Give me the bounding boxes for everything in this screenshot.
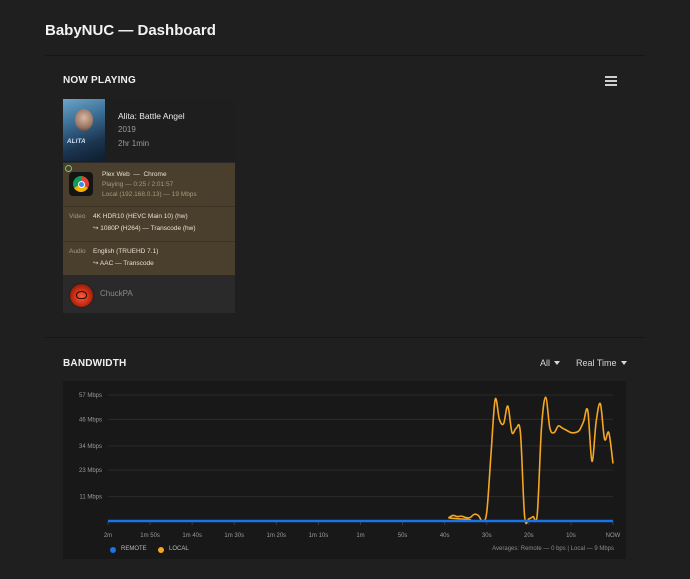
video-target: ↪ 1080P (H264) — Transcode (hw) xyxy=(93,225,196,232)
x-tick-label: NOW xyxy=(606,533,621,539)
user-row[interactable]: ChuckPA xyxy=(63,275,235,313)
list-view-icon[interactable] xyxy=(605,76,617,86)
video-row: Video 4K HDR10 (HEVC Main 10) (hw) ↪ 108… xyxy=(63,207,235,242)
movie-duration: 2hr 1min xyxy=(118,139,150,148)
legend-local-swatch xyxy=(158,547,164,553)
stream-details: Plex Web — Chrome Playing — 0:25 / 2:01:… xyxy=(63,163,235,275)
player-app: Chrome xyxy=(143,171,167,178)
y-tick-label: 23 Mbps xyxy=(79,468,102,474)
page-title: BabyNUC — Dashboard xyxy=(45,22,216,39)
x-tick-label: 20s xyxy=(524,533,534,539)
x-tick-label: 10s xyxy=(566,533,576,539)
x-tick-label: 50s xyxy=(398,533,408,539)
y-tick-label: 46 Mbps xyxy=(79,417,102,423)
audio-source: English (TRUEHD 7.1) xyxy=(93,248,159,255)
x-tick-label: 40s xyxy=(440,533,450,539)
bandwidth-averages: Averages: Remote — 0 bps | Local — 9 Mbp… xyxy=(492,546,614,552)
y-tick-label: 34 Mbps xyxy=(79,444,102,450)
movie-year: 2019 xyxy=(118,125,136,134)
chrome-icon xyxy=(69,172,93,196)
legend-remote-label[interactable]: REMOTE xyxy=(121,546,147,552)
legend-remote-swatch xyxy=(110,547,116,553)
bandwidth-chart[interactable]: 57 Mbps 46 Mbps 34 Mbps 23 Mbps 11 Mbps 2m 1m … xyxy=(63,381,626,559)
bandwidth-title: BANDWIDTH xyxy=(63,358,127,369)
series-local-line[interactable] xyxy=(107,396,614,525)
chevron-down-icon xyxy=(620,361,627,365)
now-playing-card[interactable]: ALITA Alita: Battle Angel 2019 2hr 1min … xyxy=(63,99,235,313)
chart-legend: REMOTE LOCAL Averages: Remote — 0 bps | … xyxy=(63,541,626,559)
x-tick-label: 1m 40s xyxy=(182,533,202,539)
audio-target: ↪ AAC — Transcode xyxy=(93,260,154,267)
x-tick-label: 2m xyxy=(104,533,112,539)
secure-connection-icon xyxy=(65,165,72,172)
y-tick-label: 11 Mbps xyxy=(79,495,102,501)
x-tick-label: 1m xyxy=(356,533,364,539)
player-row: Plex Web — Chrome Playing — 0:25 / 2:01:… xyxy=(63,163,235,207)
audio-label: Audio xyxy=(69,248,86,255)
section-divider xyxy=(45,337,645,338)
chevron-down-icon xyxy=(554,361,561,365)
user-name[interactable]: ChuckPA xyxy=(100,289,133,298)
player-name: Plex Web xyxy=(102,171,130,178)
video-source: 4K HDR10 (HEVC Main 10) (hw) xyxy=(93,213,188,220)
y-tick-label: 57 Mbps xyxy=(79,393,102,399)
user-avatar[interactable] xyxy=(69,283,94,308)
x-tick-label: 1m 30s xyxy=(224,533,244,539)
range-dropdown-label: Real Time xyxy=(576,358,617,368)
scope-dropdown[interactable]: All xyxy=(540,358,561,368)
network-info: Local (192.168.0.13) — 19 Mbps xyxy=(102,191,197,198)
x-tick-label: 1m 10s xyxy=(309,533,329,539)
header-divider xyxy=(45,55,645,56)
movie-title[interactable]: Alita: Battle Angel xyxy=(118,111,185,121)
player-name-line: Plex Web — Chrome xyxy=(102,170,167,179)
playback-status: Playing — 0:25 / 2:01:57 xyxy=(102,181,174,188)
x-tick-label: 30s xyxy=(482,533,492,539)
movie-header[interactable]: ALITA Alita: Battle Angel 2019 2hr 1min xyxy=(63,99,235,162)
audio-row: Audio English (TRUEHD 7.1) ↪ AAC — Trans… xyxy=(63,242,235,275)
player-separator: — xyxy=(133,171,140,178)
now-playing-title: NOW PLAYING xyxy=(63,75,136,86)
x-tick-label: 1m 50s xyxy=(140,533,160,539)
movie-poster[interactable]: ALITA xyxy=(63,99,105,161)
scope-dropdown-label: All xyxy=(540,358,551,368)
poster-title: ALITA xyxy=(67,139,86,145)
x-tick-label: 1m 20s xyxy=(266,533,286,539)
range-dropdown[interactable]: Real Time xyxy=(576,358,627,368)
video-label: Video xyxy=(69,213,86,220)
poster-figure xyxy=(75,109,93,131)
bandwidth-chart-plot[interactable]: 57 Mbps 46 Mbps 34 Mbps 23 Mbps 11 Mbps 2m 1m … xyxy=(63,381,626,541)
legend-local-label[interactable]: LOCAL xyxy=(169,546,189,552)
